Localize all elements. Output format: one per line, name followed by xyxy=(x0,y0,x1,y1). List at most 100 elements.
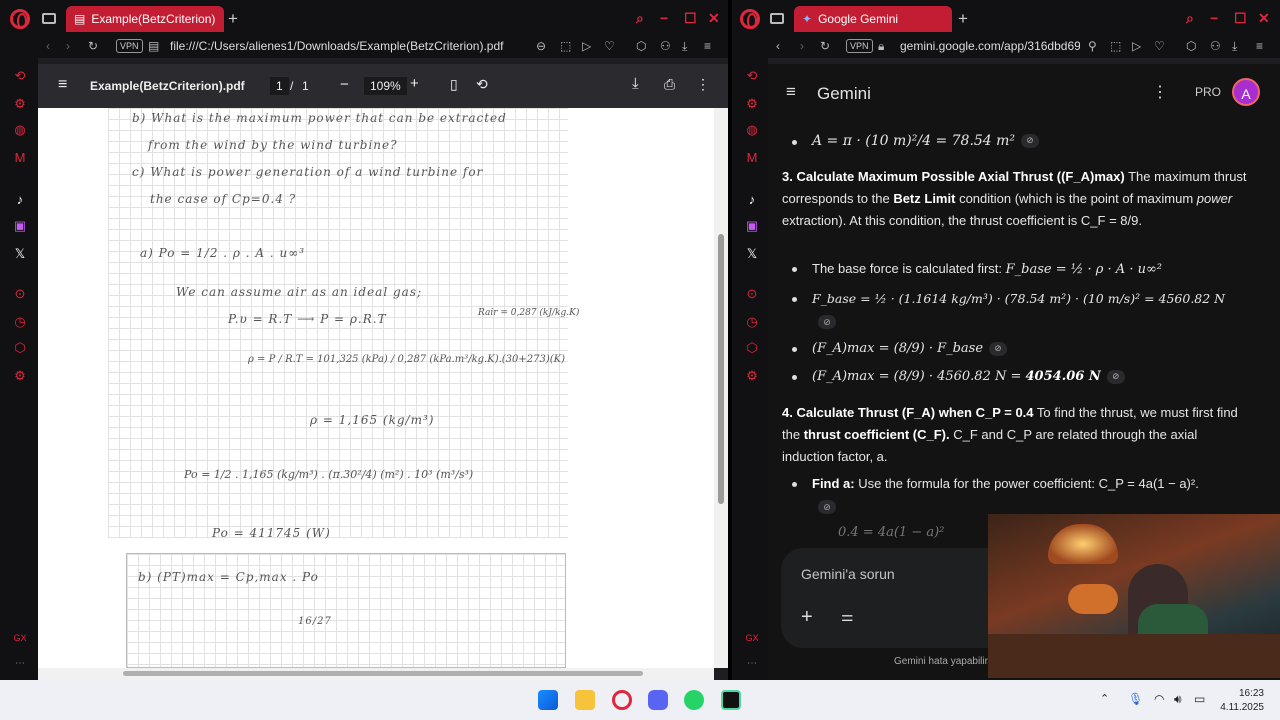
new-tab-plus-icon[interactable]: + xyxy=(228,9,238,29)
page-number-input[interactable]: 1 xyxy=(270,77,289,95)
app-icon[interactable] xyxy=(721,690,741,710)
rotate-icon[interactable]: ⟲ xyxy=(476,76,488,93)
pdf-more-icon[interactable]: ⋮ xyxy=(696,76,710,93)
sidebar-settings-icon[interactable]: ⚙ xyxy=(12,368,28,384)
pdf-horizontal-scrollbar[interactable] xyxy=(38,668,714,680)
file-explorer-icon[interactable] xyxy=(575,690,595,710)
send-icon[interactable]: ▷ xyxy=(582,39,591,53)
sidebar-extensions-icon[interactable]: ⬡ xyxy=(12,340,28,356)
forward-icon[interactable]: › xyxy=(800,39,804,53)
opera-logo-icon[interactable] xyxy=(740,9,760,29)
search-icon[interactable]: ⌕ xyxy=(636,10,644,27)
tray-chevron-icon[interactable]: ⌃ xyxy=(1100,692,1109,705)
sidebar-history-icon[interactable]: ◷ xyxy=(744,314,760,330)
snapshot-icon[interactable]: ⬚ xyxy=(1110,39,1121,53)
sidebar-gmail-icon[interactable]: M xyxy=(744,150,760,166)
maximize-icon[interactable]: ☐ xyxy=(684,10,697,27)
menu-icon[interactable]: ≡ xyxy=(704,39,711,53)
wifi-icon[interactable]: ◠ xyxy=(1154,692,1164,706)
maximize-icon[interactable]: ☐ xyxy=(1234,10,1247,27)
download-icon[interactable]: ⤓ xyxy=(682,39,687,54)
avatar[interactable]: A xyxy=(1232,78,1260,106)
search-icon[interactable]: ⌕ xyxy=(1186,10,1194,27)
pdf-menu-icon[interactable]: ≡ xyxy=(58,76,67,94)
minimize-icon[interactable]: − xyxy=(660,10,668,26)
zoom-in-icon[interactable]: + xyxy=(410,75,419,92)
workspaces-icon[interactable] xyxy=(770,13,784,24)
microphone-icon[interactable]: 🎙︎ xyxy=(1128,692,1143,706)
picture-in-picture-video[interactable] xyxy=(988,514,1280,678)
sidebar-crypto-icon[interactable]: ⚙ xyxy=(744,96,760,112)
sidebar-player-icon[interactable]: ⊙ xyxy=(744,286,760,302)
download-icon[interactable]: ⤓ xyxy=(1232,39,1237,54)
tools-icon[interactable]: ⚌ xyxy=(841,608,854,625)
print-icon[interactable]: ⎙ xyxy=(664,76,675,93)
reload-icon[interactable]: ↻ xyxy=(88,39,98,53)
battery-icon[interactable]: ▭ xyxy=(1194,692,1205,706)
discord-icon[interactable] xyxy=(648,690,668,710)
heart-icon[interactable]: ♡ xyxy=(604,39,615,53)
sidebar-aria-icon[interactable]: ⟲ xyxy=(12,68,28,84)
sidebar-more-icon[interactable]: ⋯ xyxy=(744,656,760,672)
whatsapp-icon[interactable] xyxy=(684,690,704,710)
sidebar-twitch-icon[interactable]: ▣ xyxy=(744,218,760,234)
forward-icon[interactable]: › xyxy=(66,39,70,53)
zoom-out-icon[interactable]: − xyxy=(340,76,349,93)
account-icon[interactable]: ⚇ xyxy=(660,39,671,53)
account-icon[interactable]: ⚇ xyxy=(1210,39,1221,53)
sidebar-messenger-icon[interactable]: ◍ xyxy=(744,122,760,138)
link-icon[interactable]: ⊘ xyxy=(1106,369,1125,384)
tab-pdf[interactable]: ▤ Example(BetzCriterion).pdf xyxy=(66,6,224,32)
vpn-badge[interactable]: VPN xyxy=(846,39,873,53)
link-icon[interactable]: ⊘ xyxy=(989,341,1008,356)
extensions-icon[interactable]: ⬡ xyxy=(636,39,646,53)
sidebar-crypto-icon[interactable]: ⚙ xyxy=(12,96,28,112)
sidebar-extensions-icon[interactable]: ⬡ xyxy=(744,340,760,356)
add-icon[interactable]: + xyxy=(801,606,813,629)
chat-input[interactable]: Gemini'a sorun xyxy=(801,566,895,582)
sidebar-aria-icon[interactable]: ⟲ xyxy=(744,68,760,84)
close-icon[interactable]: ✕ xyxy=(1258,10,1270,27)
sidebar-settings-icon[interactable]: ⚙ xyxy=(744,368,760,384)
opera-logo-icon[interactable] xyxy=(10,9,30,29)
close-icon[interactable]: ✕ xyxy=(708,10,720,27)
fit-page-icon[interactable]: ▯ xyxy=(450,76,458,93)
volume-icon[interactable]: 🔊︎ xyxy=(1174,692,1182,707)
link-icon[interactable]: ⊘ xyxy=(818,500,836,514)
menu-icon[interactable]: ≡ xyxy=(1256,39,1263,53)
sidebar-history-icon[interactable]: ◷ xyxy=(12,314,28,330)
workspaces-icon[interactable] xyxy=(42,13,56,24)
sidebar-more-icon[interactable]: ⋯ xyxy=(12,656,28,672)
reload-icon[interactable]: ↻ xyxy=(820,39,830,53)
sidebar-x-icon[interactable]: 𝕏 xyxy=(12,246,28,262)
sidebar-gmail-icon[interactable]: M xyxy=(12,150,28,166)
scroll-thumb[interactable] xyxy=(718,234,724,504)
scroll-thumb-h[interactable] xyxy=(123,671,643,676)
clock-time[interactable]: 16:23 xyxy=(1220,688,1264,699)
sidebar-gx-icon[interactable]: GX xyxy=(12,630,28,646)
sidebar-messenger-icon[interactable]: ◍ xyxy=(12,122,28,138)
pdf-vertical-scrollbar[interactable] xyxy=(714,108,728,668)
sidebar-tiktok-icon[interactable]: ♪ xyxy=(12,192,28,208)
vpn-badge[interactable]: VPN xyxy=(116,39,143,53)
opera-gx-taskbar-icon[interactable] xyxy=(612,690,632,710)
back-icon[interactable]: ‹ xyxy=(46,39,50,53)
clock-date[interactable]: 4.11.2025 xyxy=(1214,702,1264,713)
minimize-icon[interactable]: − xyxy=(1210,10,1218,26)
start-icon[interactable] xyxy=(538,690,558,710)
gemini-menu-icon[interactable]: ≡ xyxy=(786,82,796,102)
pdf-download-icon[interactable]: ⤓ xyxy=(632,75,639,92)
sidebar-gx-icon[interactable]: GX xyxy=(744,630,760,646)
sidebar-twitch-icon[interactable]: ▣ xyxy=(12,218,28,234)
sidebar-player-icon[interactable]: ⊙ xyxy=(12,286,28,302)
url-field[interactable]: file:///C:/Users/alienes1/Downloads/Exam… xyxy=(170,39,503,53)
send-icon[interactable]: ▷ xyxy=(1132,39,1141,53)
url-field[interactable]: gemini.google.com/app/316dbd69 xyxy=(900,39,1080,53)
sidebar-x-icon[interactable]: 𝕏 xyxy=(744,246,760,262)
tab-gemini[interactable]: ✦ Google Gemini xyxy=(794,6,952,32)
extensions-icon[interactable]: ⬡ xyxy=(1186,39,1196,53)
link-icon[interactable]: ⊘ xyxy=(1021,134,1040,148)
sidebar-tiktok-icon[interactable]: ♪ xyxy=(744,192,760,208)
zoom-icon[interactable]: ⊖ xyxy=(536,39,546,53)
zoom-level[interactable]: 109% xyxy=(364,77,407,95)
